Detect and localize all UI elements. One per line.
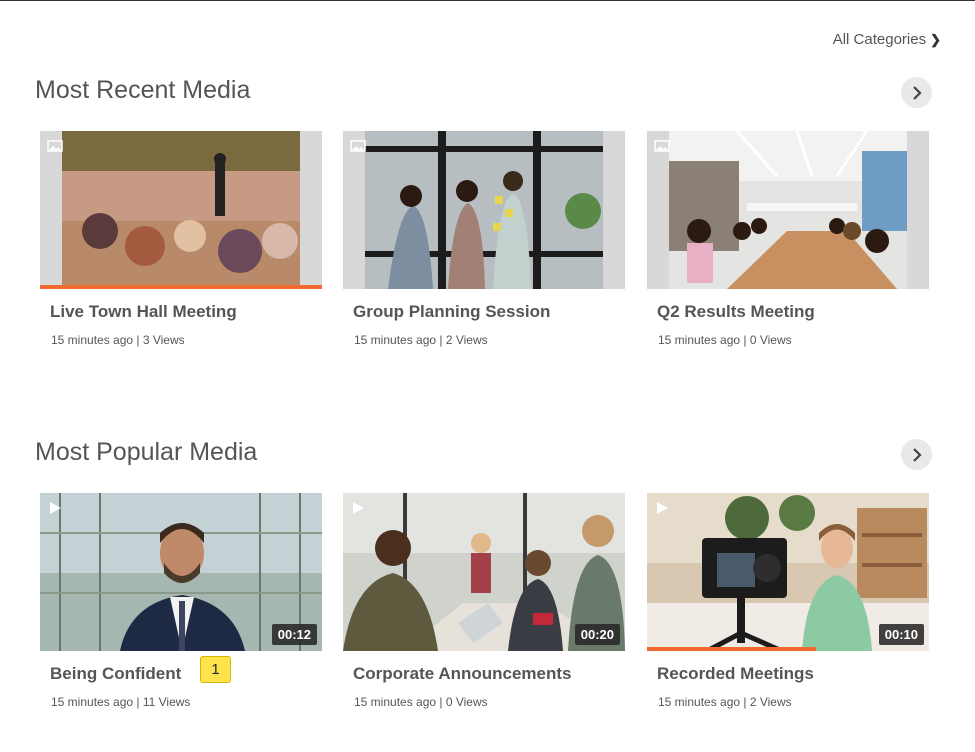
card-meta: 15 minutes ago | 3 Views: [51, 333, 185, 347]
annotation-badge: 1: [200, 656, 231, 683]
thumbnail-image: [669, 131, 907, 289]
card-title[interactable]: Group Planning Session: [353, 302, 625, 322]
next-button-popular[interactable]: [901, 439, 932, 470]
image-icon: [350, 140, 366, 152]
thumbnail[interactable]: [40, 131, 322, 289]
media-card[interactable]: Live Town Hall Meeting 15 minutes ago | …: [40, 131, 322, 347]
card-meta: 15 minutes ago | 0 Views: [354, 695, 488, 709]
media-card[interactable]: Group Planning Session 15 minutes ago | …: [343, 131, 625, 347]
image-icon: [47, 140, 63, 152]
progress-bar: [647, 647, 817, 651]
thumbnail[interactable]: [647, 131, 929, 289]
next-button-recent[interactable]: [901, 77, 932, 108]
card-title[interactable]: Q2 Results Meeting: [657, 302, 929, 322]
duration-badge: 00:12: [271, 624, 317, 645]
image-icon: [654, 140, 670, 152]
thumbnail[interactable]: [343, 131, 625, 289]
card-meta: 15 minutes ago | 0 Views: [658, 333, 792, 347]
media-card[interactable]: 00:12 Being Confident 15 minutes ago | 1…: [40, 493, 322, 709]
card-meta: 15 minutes ago | 2 Views: [354, 333, 488, 347]
card-title[interactable]: Being Confident: [50, 664, 322, 684]
media-card[interactable]: 00:20 Corporate Announcements 15 minutes…: [343, 493, 625, 709]
card-title[interactable]: Recorded Meetings: [657, 664, 929, 684]
media-card[interactable]: 00:10 Recorded Meetings 15 minutes ago |…: [647, 493, 929, 709]
duration-badge: 00:20: [574, 624, 620, 645]
card-title[interactable]: Corporate Announcements: [353, 664, 625, 684]
all-categories-label: All Categories: [832, 31, 927, 48]
play-icon: [50, 502, 61, 514]
all-categories-link[interactable]: All Categories ❯: [833, 31, 941, 48]
section-title-popular: Most Popular Media: [35, 438, 258, 466]
chevron-right-icon: [912, 447, 922, 462]
duration-badge: 00:10: [878, 624, 924, 645]
card-meta: 15 minutes ago | 11 Views: [51, 695, 191, 709]
thumbnail-image: [62, 131, 300, 285]
card-title[interactable]: Live Town Hall Meeting: [50, 302, 322, 322]
play-icon: [657, 502, 668, 514]
progress-bar: [40, 285, 322, 289]
chevron-right-icon: ❯: [930, 31, 941, 47]
play-icon: [353, 502, 364, 514]
thumbnail[interactable]: 00:12: [40, 493, 322, 651]
media-card[interactable]: Q2 Results Meeting 15 minutes ago | 0 Vi…: [647, 131, 929, 347]
section-title-recent: Most Recent Media: [35, 76, 251, 104]
chevron-right-icon: [912, 85, 922, 100]
thumbnail-image: [365, 131, 603, 289]
card-meta: 15 minutes ago | 2 Views: [658, 695, 792, 709]
top-border: [0, 0, 975, 1]
thumbnail[interactable]: 00:20: [343, 493, 625, 651]
thumbnail[interactable]: 00:10: [647, 493, 929, 651]
